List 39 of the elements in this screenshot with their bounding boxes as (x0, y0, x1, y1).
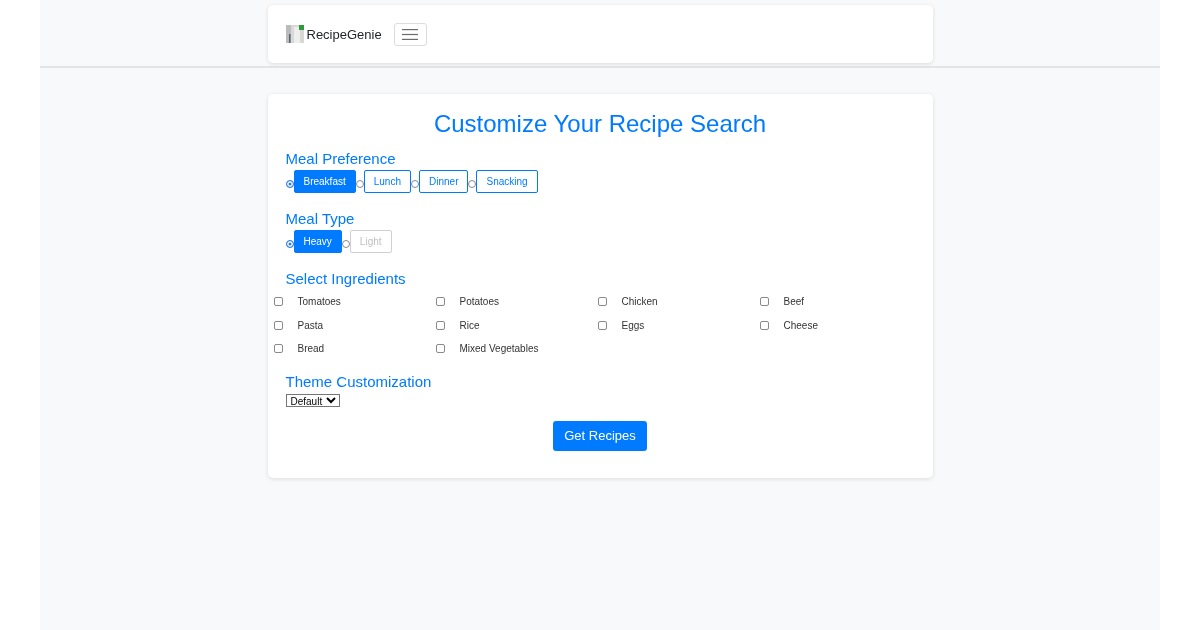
option-toggle[interactable]: Lunch (363, 170, 411, 193)
ingredient-label: Bread (297, 343, 325, 355)
checkbox[interactable] (273, 344, 283, 354)
checkbox[interactable] (597, 297, 607, 307)
section-heading: Meal Preference (285, 150, 396, 168)
ingredient-label: Potatoes (459, 296, 499, 308)
ingredient-label: Chicken (621, 296, 658, 308)
menu-icon (402, 28, 419, 40)
checkbox[interactable] (273, 320, 283, 330)
option-toggle[interactable]: Dinner (419, 170, 469, 193)
ingredient-label: Beef (783, 296, 805, 308)
checkbox[interactable] (597, 320, 607, 330)
ingredient-label: Tomatoes (297, 296, 341, 308)
page-title: Customize Your Recipe Search (432, 109, 768, 139)
section-heading: Theme Customization (285, 372, 432, 391)
brand-link[interactable]: RecipeGenie (306, 26, 382, 42)
logo-icon (285, 25, 304, 43)
checkbox[interactable] (759, 320, 769, 330)
checkbox[interactable] (435, 344, 445, 354)
checkbox[interactable] (435, 297, 445, 307)
get-recipes-button[interactable]: Get Recipes (553, 420, 647, 451)
ingredient-label: Cheese (783, 319, 818, 331)
section-heading: Select Ingredients (285, 270, 406, 288)
ingredient-label: Rice (459, 319, 480, 331)
radio-button[interactable] (355, 180, 364, 188)
checkbox[interactable] (759, 297, 769, 307)
menu-button[interactable] (393, 22, 427, 46)
ingredient-label: Mixed Vegetables (459, 343, 539, 355)
checkbox[interactable] (273, 297, 283, 307)
option-toggle[interactable]: Heavy (293, 230, 342, 253)
option-toggle[interactable]: Breakfast (293, 170, 356, 193)
ingredient-label: Eggs (621, 319, 645, 331)
checkbox[interactable] (435, 320, 445, 330)
option-toggle[interactable]: Snacking (476, 170, 538, 193)
radio-button[interactable] (285, 180, 294, 188)
section-heading: Meal Type (285, 210, 355, 228)
ingredient-label: Pasta (297, 319, 324, 331)
radio-button[interactable] (285, 240, 294, 248)
theme-select[interactable]: Default (285, 393, 340, 407)
